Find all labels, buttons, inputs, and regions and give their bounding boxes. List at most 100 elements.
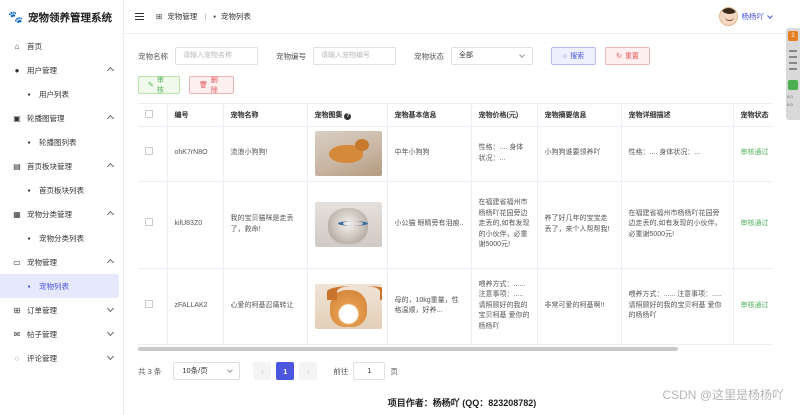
pet-table: 编号 宠物名称 宠物图集 ? 宠物基本信息 宠物价格(元) 宠物摘要信息 宠物详… xyxy=(138,103,772,348)
reset-button[interactable]: ↻ 重置 xyxy=(605,47,650,65)
sidebar-item-category-list[interactable]: ▪ 宠物分类列表 xyxy=(0,226,123,250)
monitor-bar xyxy=(789,68,797,70)
sidebar-item-carousel-list[interactable]: ▪ 轮播图列表 xyxy=(0,130,123,154)
filter-bar: 宠物名称 请输入宠物名称 宠物编号 请输入宠物编号 宠物状态 全部 ○ 搜索 ↻… xyxy=(138,47,659,65)
sidebar-item-user-management[interactable]: ● 用户管理 xyxy=(0,58,123,82)
username[interactable]: 杨杨吖 xyxy=(742,11,765,22)
pet-status-select[interactable]: 全部 xyxy=(451,47,533,65)
select-all-checkbox[interactable] xyxy=(145,109,153,118)
breadcrumb-item[interactable]: 宠物管理 xyxy=(167,11,197,22)
pagination: 共 3 条 10条/页 ‹ 1 › 前往 1 页 xyxy=(138,362,398,380)
sidebar-item-user-list[interactable]: ▪ 用户列表 xyxy=(0,82,123,106)
table-row[interactable]: ohK7rN8O 流浪小狗狗! 中年小狗狗 性格：.... 身体状况：... 小… xyxy=(138,126,772,182)
goto-page-input[interactable]: 1 xyxy=(353,362,386,380)
pet-price-cell: 在福建省福州市杨杨吖花园旁边走丢的,如有发现的小伙伴，必重谢5000元! xyxy=(471,181,538,269)
page-size-select[interactable]: 10条/页 xyxy=(173,362,241,380)
sidebar-item-category-management[interactable]: ▦ 宠物分类管理 xyxy=(0,202,123,226)
sidebar-item-pet-list[interactable]: ▪ 宠物列表 xyxy=(0,274,119,298)
horizontal-scrollbar[interactable] xyxy=(138,347,678,351)
pet-photo[interactable] xyxy=(314,131,382,176)
search-button-label: 搜索 xyxy=(570,53,585,60)
file-icon: ▪ xyxy=(27,89,31,99)
sidebar-item-board-list[interactable]: ▪ 首页板块列表 xyxy=(0,178,123,202)
sidebar-item-label: 宠物分类列表 xyxy=(39,233,84,243)
row-select-cell[interactable] xyxy=(138,268,168,345)
column-header: 宠物图集 ? xyxy=(307,104,388,127)
page-number-current[interactable]: 1 xyxy=(276,362,295,380)
next-page-button[interactable]: › xyxy=(299,362,318,380)
breadcrumb-separator: | xyxy=(204,12,207,21)
column-header: 宠物名称 xyxy=(223,104,308,127)
column-header: 宠物状态 xyxy=(733,104,772,127)
pet-code-cell: kilU83Z0 xyxy=(167,181,224,269)
audit-button[interactable]: ✎ 审核 xyxy=(138,76,180,94)
column-header-label: 宠物图集 xyxy=(314,111,343,119)
sidebar-item-carousel-management[interactable]: ▣ 轮播图管理 xyxy=(0,106,123,130)
page-size-value: 10条/页 xyxy=(182,366,208,375)
menu-toggle-icon[interactable] xyxy=(135,13,144,20)
trash-icon: 🗑 xyxy=(199,82,208,89)
table-row[interactable]: zFALLAK2 心爱的柯基忍痛转让 母的，10kg重量，性格温顺，好养... … xyxy=(138,268,772,345)
paw-icon: 🐾 xyxy=(8,10,23,24)
help-icon[interactable]: ? xyxy=(344,112,352,120)
select-all-cell[interactable] xyxy=(138,104,168,127)
sidebar-item-home[interactable]: ⌂ 首页 xyxy=(0,34,123,58)
sidebar-item-comment-management[interactable]: ◌ 评论管理 xyxy=(0,346,123,370)
prev-page-button[interactable]: ‹ xyxy=(253,362,272,380)
monitor-value: 0.0 xyxy=(787,102,793,107)
pet-price-cell: 性格：.... 身体状况：... xyxy=(471,126,538,182)
pet-photo[interactable] xyxy=(314,202,382,247)
file-icon: ▪ xyxy=(27,137,31,147)
sidebar-item-post-management[interactable]: ✉ 帖子管理 xyxy=(0,322,123,346)
chevron-up-icon xyxy=(106,114,115,123)
sidebar-item-board-management[interactable]: ▤ 首页板块管理 xyxy=(0,154,123,178)
breadcrumb: ⊞ 宠物管理 | ▪ 宠物列表 xyxy=(156,11,251,22)
sidebar-item-label: 宠物列表 xyxy=(39,281,69,291)
pet-detail-cell: 在福建省福州市杨杨吖花园旁边走丢的,如有发现的小伙伴，必重谢5000元! xyxy=(621,181,734,269)
search-button[interactable]: ○ 搜索 xyxy=(551,47,596,65)
file-icon: ▪ xyxy=(27,281,31,291)
pet-code-label: 宠物编号 xyxy=(276,51,306,61)
delete-button-label: 删除 xyxy=(210,77,218,94)
column-header: 宠物价格(元) xyxy=(471,104,538,127)
app-title: 宠物领养管理系统 xyxy=(27,11,112,24)
grid-icon: ▦ xyxy=(13,209,21,219)
chevron-down-icon xyxy=(106,304,115,313)
pet-name-cell: 心爱的柯基忍痛转让 xyxy=(223,268,308,345)
column-header: 宠物详细描述 xyxy=(621,104,734,127)
table-row[interactable]: kilU83Z0 我的宝贝猫咪是走丢了，救命! 小公猫 眼睛旁有泪痕.. 在福建… xyxy=(138,181,772,269)
pet-photo[interactable] xyxy=(314,283,382,329)
user-menu[interactable]: 杨杨吖 xyxy=(718,7,773,26)
performance-monitor[interactable]: 2 0.0 0.0 xyxy=(786,28,800,120)
pet-code-input[interactable]: 请输入宠物编号 xyxy=(313,47,396,65)
page-unit-label: 页 xyxy=(390,366,398,376)
column-header: 编号 xyxy=(167,104,224,127)
sidebar-item-label: 首页板块管理 xyxy=(27,161,72,171)
table-header-row: 编号 宠物名称 宠物图集 ? 宠物基本信息 宠物价格(元) 宠物摘要信息 宠物详… xyxy=(138,104,772,127)
top-header: ⊞ 宠物管理 | ▪ 宠物列表 杨杨吖 xyxy=(124,0,800,34)
sidebar-item-pet-management[interactable]: ▭ 宠物管理 xyxy=(0,250,123,274)
row-checkbox[interactable] xyxy=(145,218,153,227)
sidebar-item-order-management[interactable]: ⊞ 订单管理 xyxy=(0,298,123,322)
pet-basic-cell: 母的，10kg重量，性格温顺，好养... xyxy=(387,268,472,345)
reset-button-label: 重置 xyxy=(624,53,639,60)
breadcrumb-current: 宠物列表 xyxy=(220,12,251,21)
delete-button[interactable]: 🗑 删除 xyxy=(189,76,234,94)
pet-name-input[interactable]: 请输入宠物名称 xyxy=(175,47,258,65)
row-checkbox[interactable] xyxy=(145,299,153,308)
pet-status-cell: 审核通过 xyxy=(733,126,772,182)
row-checkbox[interactable] xyxy=(145,147,153,156)
column-header: 宠物摘要信息 xyxy=(537,104,622,127)
sidebar-item-label: 评论管理 xyxy=(27,353,57,363)
file-icon: ▪ xyxy=(27,185,31,195)
sidebar-item-label: 用户列表 xyxy=(39,89,69,99)
monitor-icon: ▭ xyxy=(13,257,21,267)
chevron-up-icon xyxy=(106,66,115,75)
chevron-up-icon xyxy=(106,258,115,267)
sidebar-item-label: 用户管理 xyxy=(27,65,57,75)
avatar[interactable] xyxy=(718,7,738,26)
row-select-cell[interactable] xyxy=(138,126,168,182)
row-select-cell[interactable] xyxy=(138,181,168,269)
cart-icon: ⊞ xyxy=(13,305,21,315)
pet-image-cell xyxy=(307,126,388,182)
